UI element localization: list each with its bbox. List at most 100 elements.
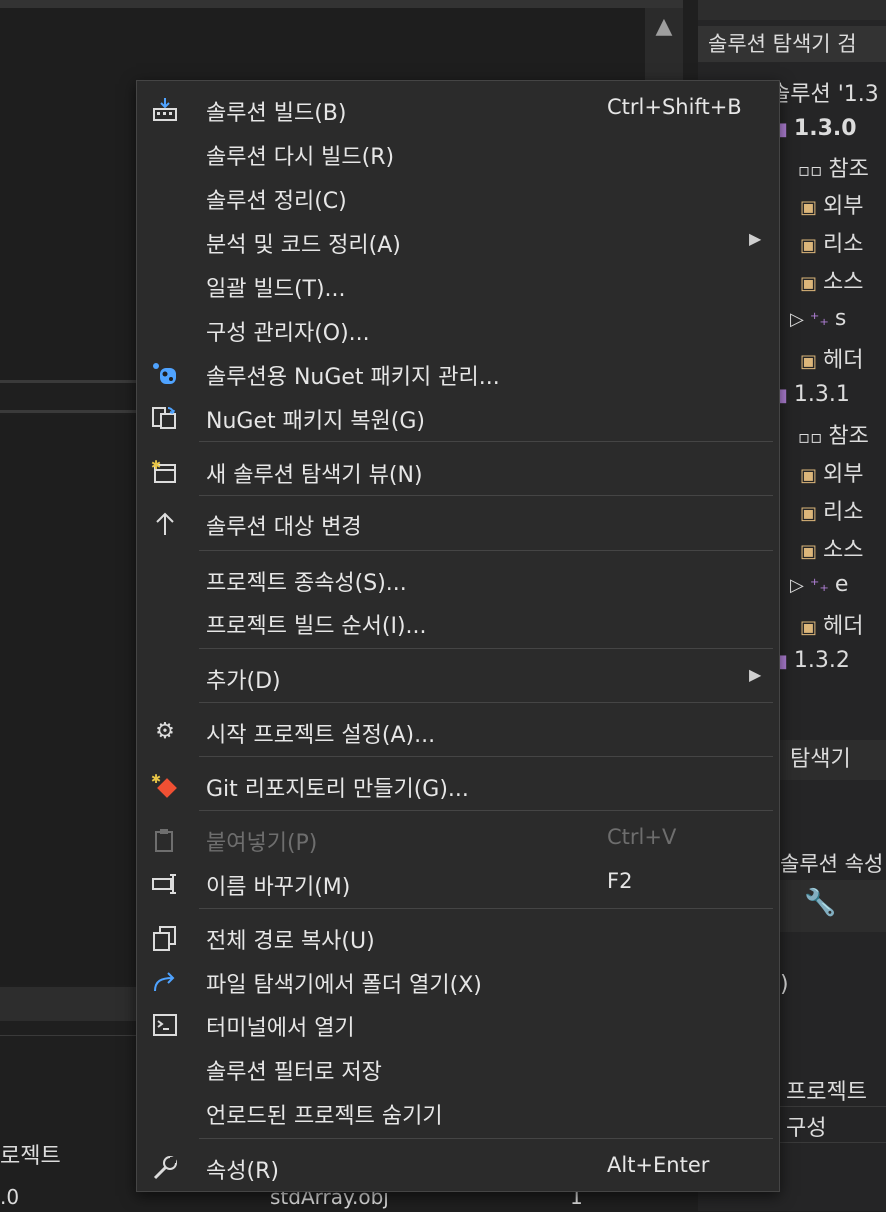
menu-item-label: 일괄 빌드(T)... (206, 277, 346, 302)
menu-item-paste[interactable]: 붙여넣기(P) Ctrl+V (137, 817, 779, 861)
submenu-arrow-icon: ▶ (749, 229, 762, 248)
menu-item-properties[interactable]: 속성(R) Alt+Enter (137, 1145, 779, 1189)
menu-separator (199, 648, 773, 649)
menu-item-project-build-order[interactable]: 프로젝트 빌드 순서(I)... (137, 600, 779, 644)
menu-item-analyze-cleanup[interactable]: 분석 및 코드 정리(A) ▶ (137, 219, 779, 263)
menu-item-label: NuGet 패키지 복원(G) (206, 409, 426, 434)
menu-item-rename[interactable]: 이름 바꾸기(M) F2 (137, 861, 779, 905)
tree-label: 솔루션 '1.3 (770, 82, 879, 107)
menu-item-label: 추가(D) (206, 669, 281, 694)
menu-item-open-in-terminal[interactable]: 터미널에서 열기 (137, 1002, 779, 1046)
menu-item-batch-build[interactable]: 일괄 빌드(T)... (137, 263, 779, 307)
menu-item-manage-nuget[interactable]: 솔루션용 NuGet 패키지 관리... (137, 351, 779, 395)
tree-label: 참조 (828, 424, 869, 449)
menu-item-hide-unloaded[interactable]: 언로드된 프로젝트 숨기기 (137, 1090, 779, 1134)
menu-item-label: 분석 및 코드 정리(A) (206, 233, 401, 258)
rename-icon (151, 871, 179, 897)
menu-separator (199, 702, 773, 703)
tree-label: 헤더 (823, 614, 864, 639)
tree-item[interactable]: ▣ 소스 (800, 264, 864, 296)
restore-packages-icon (151, 405, 179, 431)
menu-item-label: 전체 경로 복사(U) (206, 929, 375, 954)
folder-icon: ▣ (800, 196, 818, 218)
menu-item-shortcut: Alt+Enter (607, 1153, 710, 1177)
menu-item-build-solution[interactable]: 솔루션 빌드(B) Ctrl+Shift+B (137, 87, 779, 131)
menu-item-create-git-repo[interactable]: ✱ Git 리포지토리 만들기(G)... (137, 763, 779, 807)
filter-folder-icon: ▣ (800, 272, 818, 294)
tree-label: 참조 (828, 157, 869, 182)
tree-label: 1.3.1 (793, 382, 850, 407)
menu-item-label: 프로젝트 종속성(S)... (206, 571, 407, 596)
new-view-icon: ✱ (151, 458, 179, 485)
wrench-icon[interactable]: 🔧 (804, 888, 836, 918)
menu-separator (199, 495, 773, 496)
menu-item-clean-solution[interactable]: 솔루션 정리(C) (137, 175, 779, 219)
menu-item-copy-full-path[interactable]: 전체 경로 복사(U) (137, 915, 779, 959)
tree-item-project[interactable]: ▮ 1.3.0 (778, 116, 857, 141)
menu-item-label: 솔루션 다시 빌드(R) (206, 145, 395, 170)
tree-item[interactable]: ▣ 리소 (800, 494, 864, 526)
tree-item-project[interactable]: ▮ 1.3.1 (778, 382, 850, 407)
git-icon: ✱ (151, 772, 179, 799)
copy-icon (151, 925, 179, 951)
tree-label: 리소 (823, 500, 864, 525)
tree-item[interactable]: ▣ 헤더 (800, 608, 864, 640)
tree-label: 1.3.0 (793, 116, 857, 141)
properties-title: 솔루션 속성 (780, 852, 884, 876)
menu-item-label: 이름 바꾸기(M) (206, 875, 351, 900)
menu-item-project-dependencies[interactable]: 프로젝트 종속성(S)... (137, 557, 779, 601)
expand-arrow-icon[interactable]: ▷ (790, 575, 804, 596)
menu-item-retarget-solution[interactable]: 솔루션 대상 변경 (137, 501, 779, 545)
tree-label: s (834, 306, 847, 331)
menu-separator (199, 756, 773, 757)
menu-item-open-in-file-explorer[interactable]: 파일 탐색기에서 폴더 열기(X) (137, 959, 779, 1003)
tree-label: 외부 (823, 194, 864, 219)
tree-item-project[interactable]: ▮ 1.3.2 (778, 648, 850, 673)
menu-item-label: 붙여넣기(P) (206, 831, 318, 856)
menu-item-restore-nuget[interactable]: NuGet 패키지 복원(G) (137, 395, 779, 439)
tree-item[interactable]: ▣ 외부 (800, 456, 864, 488)
tree-item[interactable]: ▷ ⁺₊ e (790, 572, 848, 597)
menu-item-label: 새 솔루션 탐색기 뷰(N) (206, 463, 423, 488)
references-icon: ▫▫ (798, 426, 823, 448)
tree-item-solution[interactable]: 솔루션 '1.3 (770, 76, 879, 108)
build-solution-icon (151, 97, 179, 123)
solution-explorer-search[interactable]: 솔루션 탐색기 검 (698, 26, 886, 62)
menu-item-label: 터미널에서 열기 (206, 1016, 355, 1041)
tree-item[interactable]: ▣ 외부 (800, 188, 864, 220)
menu-item-label: 솔루션용 NuGet 패키지 관리... (206, 365, 500, 390)
property-row[interactable]: 구성 (780, 1110, 886, 1143)
menu-item-label: 솔루션 빌드(B) (206, 101, 347, 126)
redo-arrow-icon (151, 969, 179, 995)
menu-item-set-startup-projects[interactable]: ⚙ 시작 프로젝트 설정(A)... (137, 709, 779, 753)
menu-item-save-as-filter[interactable]: 솔루션 필터로 저장 (137, 1046, 779, 1090)
properties-toolbar: 🔧 (780, 880, 886, 932)
nuget-icon (151, 361, 179, 387)
solution-explorer-toolbar (698, 0, 886, 20)
references-icon: ▫▫ (798, 159, 823, 181)
scroll-up-icon[interactable]: ▲ (645, 14, 683, 39)
tree-item[interactable]: ▷ ⁺₊ s (790, 306, 846, 331)
menu-item-label: 솔루션 정리(C) (206, 189, 347, 214)
tree-label: 1.3.2 (793, 648, 850, 673)
tree-label: 외부 (823, 462, 864, 487)
tree-item[interactable]: ▣ 소스 (800, 532, 864, 564)
property-row[interactable]: 프로젝트 (780, 1074, 886, 1107)
menu-separator (199, 908, 773, 909)
editor-tab-strip (0, 0, 683, 8)
gear-icon: ⚙ (155, 719, 175, 744)
tree-item[interactable]: ▣ 리소 (800, 226, 864, 258)
menu-item-rebuild-solution[interactable]: 솔루션 다시 빌드(R) (137, 131, 779, 175)
filter-folder-icon: ▣ (800, 234, 818, 256)
menu-item-new-explorer-view[interactable]: ✱ 새 솔루션 탐색기 뷰(N) (137, 449, 779, 493)
menu-separator (199, 810, 773, 811)
menu-item-shortcut: Ctrl+Shift+B (607, 95, 742, 119)
menu-item-add[interactable]: 추가(D) ▶ (137, 655, 779, 699)
tab-solution-explorer[interactable]: 탐색기 (780, 740, 886, 780)
tree-item[interactable]: ▫▫ 참조 (798, 418, 869, 450)
submenu-arrow-icon: ▶ (749, 665, 762, 684)
menu-item-configuration-manager[interactable]: 구성 관리자(O)... (137, 307, 779, 351)
tree-item[interactable]: ▣ 헤더 (800, 342, 864, 374)
tree-item[interactable]: ▫▫ 참조 (798, 151, 869, 183)
expand-arrow-icon[interactable]: ▷ (790, 309, 804, 330)
